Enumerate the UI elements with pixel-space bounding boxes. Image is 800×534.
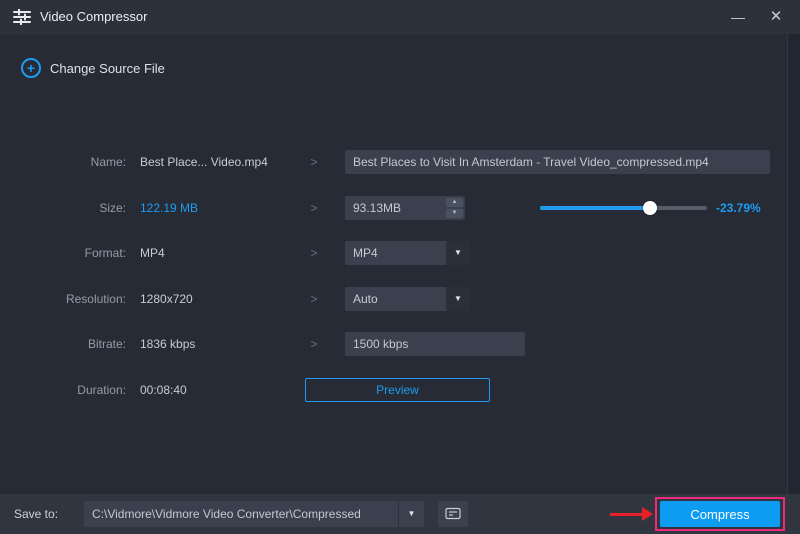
resolution-dropdown-value: Auto — [353, 287, 378, 311]
save-path-dropdown-arrow-icon[interactable]: ▼ — [398, 501, 424, 527]
resolution-label: Resolution: — [0, 287, 126, 311]
size-label: Size: — [0, 196, 126, 220]
size-row: Size: 122.19 MB > ▲ ▼ -23.79% — [0, 196, 786, 220]
chevron-right-icon: > — [307, 196, 321, 220]
compressor-sliders-icon — [13, 9, 31, 25]
titlebar: Video Compressor — ✕ — [0, 0, 800, 34]
bitrate-input[interactable] — [345, 332, 525, 356]
browse-folder-button[interactable] — [438, 501, 468, 527]
spin-down-icon[interactable]: ▼ — [446, 209, 463, 218]
compress-button[interactable]: Compress — [660, 501, 780, 527]
output-name-input[interactable] — [345, 150, 770, 174]
minimize-button[interactable]: — — [720, 0, 756, 34]
change-source-file-link[interactable]: Change Source File — [50, 61, 165, 76]
dropdown-arrow-icon[interactable]: ▼ — [446, 241, 470, 265]
size-slider[interactable] — [540, 196, 707, 220]
output-size-spinner[interactable]: ▲ ▼ — [345, 196, 465, 220]
size-reduction-percent: -23.79% — [716, 196, 786, 220]
bitrate-row: Bitrate: 1836 kbps > — [0, 332, 786, 356]
chevron-right-icon: > — [307, 287, 321, 311]
bitrate-label: Bitrate: — [0, 332, 126, 356]
resolution-row: Resolution: 1280x720 > Auto ▼ — [0, 287, 786, 311]
spin-up-icon[interactable]: ▲ — [446, 198, 463, 207]
name-source-value: Best Place... Video.mp4 — [140, 150, 302, 174]
format-row: Format: MP4 > MP4 ▼ — [0, 241, 786, 265]
format-source-value: MP4 — [140, 241, 302, 265]
duration-value: 00:08:40 — [140, 378, 302, 402]
resolution-dropdown[interactable]: Auto ▼ — [345, 287, 470, 311]
spinner-buttons: ▲ ▼ — [446, 198, 463, 218]
chevron-right-icon: > — [307, 241, 321, 265]
annotation-arrow-line — [610, 513, 644, 516]
format-dropdown-value: MP4 — [353, 241, 378, 265]
format-label: Format: — [0, 241, 126, 265]
window-title: Video Compressor — [40, 0, 147, 34]
save-to-label: Save to: — [14, 494, 58, 534]
size-source-value: 122.19 MB — [140, 196, 302, 220]
bitrate-source-value: 1836 kbps — [140, 332, 302, 356]
close-button[interactable]: ✕ — [758, 0, 794, 34]
save-path-field: ▼ — [84, 501, 424, 527]
name-label: Name: — [0, 150, 126, 174]
video-compressor-window: Video Compressor — ✕ + Change Source Fil… — [0, 0, 800, 534]
duration-label: Duration: — [0, 378, 126, 402]
save-path-input[interactable] — [84, 501, 398, 527]
annotation-arrow-head — [642, 507, 653, 521]
chevron-right-icon: > — [307, 332, 321, 356]
size-slider-handle[interactable] — [643, 201, 657, 215]
folder-icon — [445, 506, 461, 523]
duration-row: Duration: 00:08:40 Preview — [0, 378, 786, 402]
size-slider-fill — [540, 206, 650, 210]
chevron-right-icon: > — [307, 150, 321, 174]
preview-button[interactable]: Preview — [305, 378, 490, 402]
format-dropdown[interactable]: MP4 ▼ — [345, 241, 470, 265]
scrollbar-track[interactable] — [787, 34, 800, 494]
resolution-source-value: 1280x720 — [140, 287, 302, 311]
dropdown-arrow-icon[interactable]: ▼ — [446, 287, 470, 311]
output-size-input[interactable] — [345, 196, 441, 220]
plus-circle-icon[interactable]: + — [21, 58, 41, 78]
name-row: Name: Best Place... Video.mp4 > — [0, 150, 786, 174]
